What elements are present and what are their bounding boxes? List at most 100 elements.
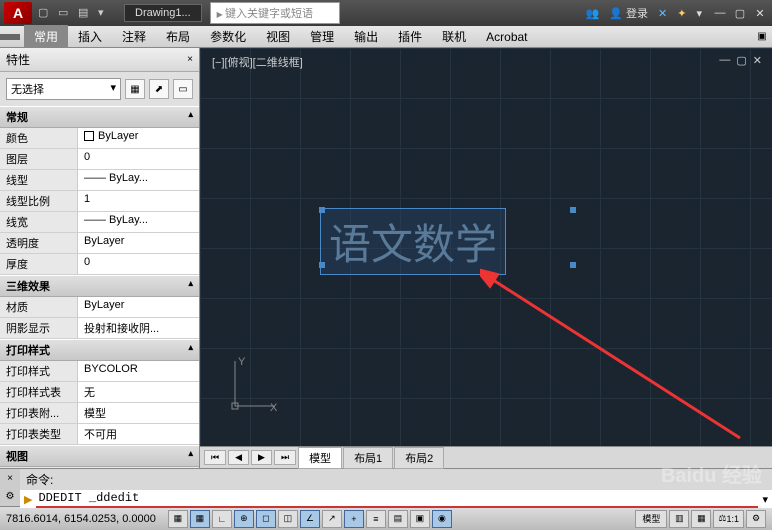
prop-value[interactable]: —— ByLay... bbox=[78, 212, 199, 232]
quick-access-toolbar: ▢ ▭ ▤ ▾ bbox=[38, 6, 112, 20]
tab-nav-first-icon[interactable]: ⏮ bbox=[204, 450, 226, 465]
ribbon-tab-insert[interactable]: 插入 bbox=[68, 25, 112, 48]
file-tab[interactable] bbox=[0, 34, 20, 40]
model-tab[interactable]: 模型 bbox=[298, 447, 342, 469]
selection-combo[interactable]: 无选择▾ bbox=[6, 78, 121, 100]
viewport-label[interactable]: [−][俯视][二维线框] bbox=[212, 54, 303, 70]
prop-key: 线宽 bbox=[0, 212, 78, 232]
annovisibility-icon[interactable]: ⚙ bbox=[746, 510, 766, 528]
otrack-button[interactable]: ∠ bbox=[300, 510, 320, 528]
prop-row: 线宽—— ByLay... bbox=[0, 212, 199, 233]
dyn-button[interactable]: + bbox=[344, 510, 364, 528]
tab-nav-last-icon[interactable]: ⏭ bbox=[274, 450, 296, 465]
cmd-close-icon[interactable]: × bbox=[7, 473, 13, 484]
prop-value[interactable]: ByLayer bbox=[78, 128, 199, 148]
ribbon-tab-output[interactable]: 输出 bbox=[344, 25, 388, 48]
ortho-button[interactable]: ∟ bbox=[212, 510, 232, 528]
ribbon-tab-manage[interactable]: 管理 bbox=[300, 25, 344, 48]
snap-button[interactable]: ▦ bbox=[168, 510, 188, 528]
prop-value[interactable]: ByLayer bbox=[78, 233, 199, 253]
pickadd-button[interactable]: ⬈ bbox=[149, 79, 169, 99]
ribbon-tab-view[interactable]: 视图 bbox=[256, 25, 300, 48]
tab-nav-prev-icon[interactable]: ◀ bbox=[228, 450, 249, 465]
text-object[interactable]: 语文数学 bbox=[320, 208, 506, 275]
panel-close-icon[interactable]: × bbox=[187, 54, 193, 65]
new-icon[interactable]: ▢ bbox=[38, 6, 52, 20]
osnap-button[interactable]: ◻ bbox=[256, 510, 276, 528]
selectobj-button[interactable]: ▭ bbox=[173, 79, 193, 99]
infocenter-icon[interactable]: 👥 bbox=[586, 7, 600, 20]
quickselect-button[interactable]: ▦ bbox=[125, 79, 145, 99]
ducs-button[interactable]: ↗ bbox=[322, 510, 342, 528]
prop-value[interactable]: 1 bbox=[78, 191, 199, 211]
ribbon-tab-common[interactable]: 常用 bbox=[24, 25, 68, 48]
coordinates[interactable]: 7816.6014, 6154.0253, 0.0000 bbox=[6, 513, 156, 525]
vp-close-icon[interactable]: ✕ bbox=[753, 54, 762, 67]
tab-nav-next-icon[interactable]: ▶ bbox=[251, 450, 272, 465]
canvas[interactable]: 语文数学 Y X bbox=[200, 48, 772, 446]
maximize-button[interactable]: ▢ bbox=[732, 7, 748, 20]
group-general[interactable]: 常规 bbox=[0, 106, 199, 128]
prop-value[interactable]: ByLayer bbox=[78, 297, 199, 317]
annoscale-button[interactable]: ⚖ 1:1 bbox=[713, 510, 744, 528]
close-button[interactable]: ✕ bbox=[752, 7, 768, 20]
open-icon[interactable]: ▭ bbox=[58, 6, 72, 20]
modelspace-button[interactable]: 模型 bbox=[635, 510, 667, 528]
lwt-button[interactable]: ≡ bbox=[366, 510, 386, 528]
login-button[interactable]: 👤 登录 bbox=[609, 5, 648, 21]
group-plotstyle[interactable]: 打印样式 bbox=[0, 339, 199, 361]
ribbon-tab-online[interactable]: 联机 bbox=[432, 25, 476, 48]
prop-value[interactable]: 模型 bbox=[78, 403, 199, 423]
command-input[interactable] bbox=[38, 491, 190, 505]
ribbon-tab-annotate[interactable]: 注释 bbox=[112, 25, 156, 48]
group-view[interactable]: 视图 bbox=[0, 445, 199, 467]
prop-value[interactable]: 无 bbox=[78, 382, 199, 402]
prop-value[interactable]: —— ByLay... bbox=[78, 170, 199, 190]
save-icon[interactable]: ▤ bbox=[78, 6, 92, 20]
vp-minimize-icon[interactable]: — bbox=[719, 54, 730, 67]
help-dropdown-icon[interactable]: ▾ bbox=[696, 7, 702, 20]
ribbon-tab-parametric[interactable]: 参数化 bbox=[200, 25, 256, 48]
help-icon[interactable]: ✦ bbox=[677, 7, 686, 20]
app-logo[interactable]: A bbox=[4, 2, 32, 24]
layout2-tab[interactable]: 布局2 bbox=[394, 447, 444, 469]
prop-row: 厚度0 bbox=[0, 254, 199, 275]
layout-quickview-icon[interactable]: ▥ bbox=[669, 510, 689, 528]
ribbon-tab-layout[interactable]: 布局 bbox=[156, 25, 200, 48]
tpy-button[interactable]: ▤ bbox=[388, 510, 408, 528]
grip-icon[interactable] bbox=[570, 262, 576, 268]
prop-row: 材质ByLayer bbox=[0, 297, 199, 318]
polar-button[interactable]: ⊕ bbox=[234, 510, 254, 528]
ribbon-tab-acrobat[interactable]: Acrobat bbox=[476, 27, 537, 47]
search-input[interactable]: 键入关键字或短语 bbox=[210, 2, 340, 24]
prop-value[interactable]: 0 bbox=[78, 149, 199, 169]
ribbon-toggle-icon[interactable]: ▣ bbox=[752, 31, 772, 42]
grid-button[interactable]: ▦ bbox=[190, 510, 210, 528]
layout1-tab[interactable]: 布局1 bbox=[343, 447, 393, 469]
cmd-dropdown-icon[interactable]: ▾ bbox=[762, 493, 768, 506]
ribbon-tab-plugins[interactable]: 插件 bbox=[388, 25, 432, 48]
prop-key: 厚度 bbox=[0, 254, 78, 274]
qp-button[interactable]: ▣ bbox=[410, 510, 430, 528]
properties-header[interactable]: 特性 × bbox=[0, 48, 199, 72]
cmd-cursor-icon: ▶ bbox=[24, 493, 32, 506]
grip-icon[interactable] bbox=[319, 262, 325, 268]
cmd-handle-icon[interactable]: ⚙ bbox=[6, 491, 15, 502]
annotation-arrow bbox=[480, 268, 760, 448]
prop-value[interactable]: BYCOLOR bbox=[78, 361, 199, 381]
drawing-quickview-icon[interactable]: ▦ bbox=[691, 510, 711, 528]
prop-value[interactable]: 0 bbox=[78, 254, 199, 274]
3dosnap-button[interactable]: ◫ bbox=[278, 510, 298, 528]
qat-more-icon[interactable]: ▾ bbox=[98, 6, 112, 20]
vp-restore-icon[interactable]: ▢ bbox=[736, 54, 746, 67]
minimize-button[interactable]: — bbox=[712, 7, 728, 20]
grip-icon[interactable] bbox=[319, 207, 325, 213]
title-right: 👥 👤 登录 ✕ ✦ ▾ bbox=[586, 5, 702, 21]
prop-value[interactable]: 投射和接收阴... bbox=[78, 318, 199, 338]
exchange-icon[interactable]: ✕ bbox=[658, 7, 667, 20]
group-3deffects[interactable]: 三维效果 bbox=[0, 275, 199, 297]
grip-icon[interactable] bbox=[570, 207, 576, 213]
sc-button[interactable]: ◉ bbox=[432, 510, 452, 528]
window-controls: — ▢ ✕ bbox=[712, 7, 768, 20]
prop-value[interactable]: 不可用 bbox=[78, 424, 199, 444]
